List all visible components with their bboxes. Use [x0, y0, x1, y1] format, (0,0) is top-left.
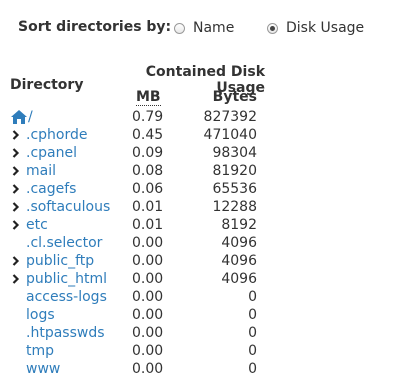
- table-row: access-logs 0.00 0: [10, 288, 270, 306]
- directory-link[interactable]: .htpasswds: [26, 324, 105, 342]
- table-row: .cl.selector 0.00 4096: [10, 234, 270, 252]
- sort-by-name-radio[interactable]: [174, 22, 185, 34]
- mb-value: 0.79: [132, 109, 164, 125]
- directory-link[interactable]: /: [28, 108, 33, 126]
- table-row: .cagefs 0.06 65536: [10, 180, 270, 198]
- directory-link[interactable]: logs: [26, 306, 55, 324]
- home-icon[interactable]: [10, 109, 28, 125]
- bytes-value: 0: [248, 343, 257, 359]
- chevron-right-icon[interactable]: [11, 184, 21, 194]
- directory-link[interactable]: .cpanel: [26, 144, 77, 162]
- chevron-right-icon[interactable]: [11, 220, 21, 230]
- mb-value: 0.00: [132, 343, 164, 359]
- directory-header: Directory: [10, 77, 84, 93]
- mb-value: 0.00: [132, 307, 164, 323]
- mb-value: 0.01: [132, 199, 164, 215]
- bytes-value: 12288: [212, 199, 257, 215]
- bytes-value: 4096: [221, 271, 257, 287]
- table-row: / 0.79 827392: [10, 108, 270, 126]
- sort-bar: Sort directories by: Name Disk Usage: [18, 19, 388, 41]
- table-row: www 0.00 0: [10, 360, 270, 378]
- directory-link[interactable]: public_ftp: [26, 252, 94, 270]
- directory-link[interactable]: public_html: [26, 270, 107, 288]
- mb-value: 0.00: [132, 253, 164, 269]
- table-row: public_html 0.00 4096: [10, 270, 270, 288]
- mb-value: 0.00: [132, 271, 164, 287]
- table-row: mail 0.08 81920: [10, 162, 270, 180]
- table-row: tmp 0.00 0: [10, 342, 270, 360]
- bytes-value: 0: [248, 289, 257, 305]
- bytes-value: 81920: [212, 163, 257, 179]
- directory-link[interactable]: access-logs: [26, 288, 107, 306]
- directory-link[interactable]: etc: [26, 216, 48, 234]
- bytes-value: 4096: [221, 235, 257, 251]
- chevron-right-icon[interactable]: [11, 148, 21, 158]
- chevron-right-icon[interactable]: [11, 274, 21, 284]
- mb-value: 0.06: [132, 181, 164, 197]
- mb-value: 0.00: [132, 361, 164, 377]
- bytes-value: 8192: [221, 217, 257, 233]
- mb-value: 0.00: [132, 235, 164, 251]
- directory-link[interactable]: .cl.selector: [26, 234, 102, 252]
- bytes-header: Bytes: [212, 89, 257, 105]
- directory-link[interactable]: .cagefs: [26, 180, 76, 198]
- mb-value: 0.08: [132, 163, 164, 179]
- mb-value: 0.01: [132, 217, 164, 233]
- sort-by-name-label[interactable]: Name: [193, 20, 234, 36]
- table-row: .cpanel 0.09 98304: [10, 144, 270, 162]
- directory-link[interactable]: .softaculous: [26, 198, 110, 216]
- chevron-right-icon[interactable]: [11, 166, 21, 176]
- directory-link[interactable]: mail: [26, 162, 56, 180]
- sort-label: Sort directories by:: [18, 19, 172, 35]
- directory-link[interactable]: .cphorde: [26, 126, 87, 144]
- table-row: etc 0.01 8192: [10, 216, 270, 234]
- sort-by-name-option[interactable]: Name: [174, 20, 234, 36]
- bytes-value: 98304: [212, 145, 257, 161]
- bytes-value: 4096: [221, 253, 257, 269]
- chevron-right-icon[interactable]: [11, 202, 21, 212]
- mb-value: 0.00: [132, 325, 164, 341]
- chevron-right-icon[interactable]: [11, 130, 21, 140]
- mb-header: MB: [136, 89, 161, 106]
- table-row: logs 0.00 0: [10, 306, 270, 324]
- mb-value: 0.09: [132, 145, 164, 161]
- directory-link[interactable]: www: [26, 360, 60, 378]
- chevron-right-icon[interactable]: [11, 256, 21, 266]
- bytes-value: 471040: [203, 127, 257, 143]
- sort-by-disk-usage-option[interactable]: Disk Usage: [267, 20, 364, 36]
- table-row: .cphorde 0.45 471040: [10, 126, 270, 144]
- sort-by-disk-usage-radio[interactable]: [267, 22, 278, 34]
- mb-value: 0.45: [132, 127, 164, 143]
- table-row: public_ftp 0.00 4096: [10, 252, 270, 270]
- table-row: .htpasswds 0.00 0: [10, 324, 270, 342]
- table-row: .softaculous 0.01 12288: [10, 198, 270, 216]
- sort-by-disk-usage-label[interactable]: Disk Usage: [286, 20, 364, 36]
- bytes-value: 0: [248, 325, 257, 341]
- mb-value: 0.00: [132, 289, 164, 305]
- bytes-value: 827392: [203, 109, 257, 125]
- bytes-value: 0: [248, 307, 257, 323]
- bytes-value: 65536: [212, 181, 257, 197]
- directory-rows: / 0.79 827392 .cphorde 0.45 471040 .cpanel 0.09…: [10, 108, 270, 378]
- bytes-value: 0: [248, 361, 257, 377]
- directory-link[interactable]: tmp: [26, 342, 54, 360]
